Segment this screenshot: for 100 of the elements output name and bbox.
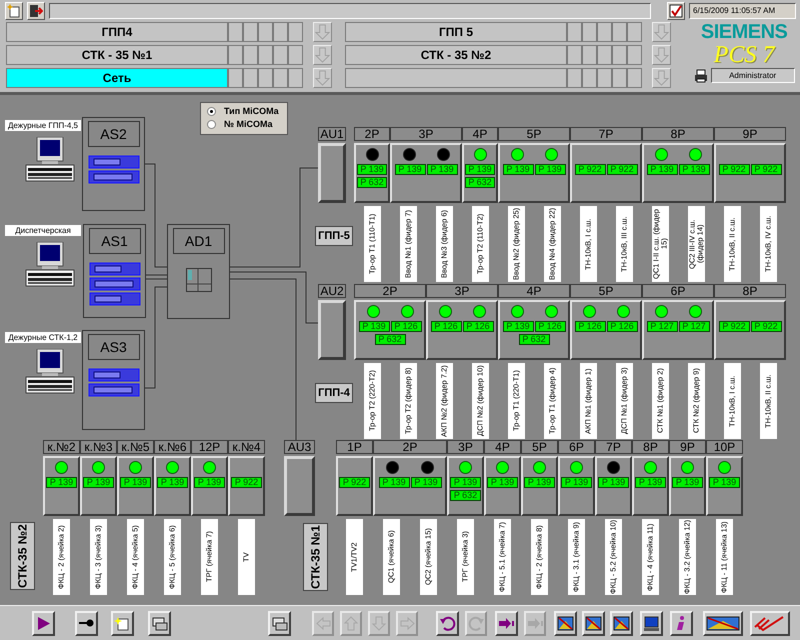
relay-cabinet[interactable]: P 139 P 632 [462, 143, 498, 203]
au-panel[interactable] [284, 456, 315, 516]
relay-cabinet[interactable]: P 139 [191, 456, 228, 516]
relay-cabinet[interactable]: P 139 P 632 [447, 456, 484, 516]
toolbar-button[interactable] [554, 611, 577, 636]
server-rack-icon [88, 262, 140, 307]
au-panel[interactable] [318, 300, 346, 360]
toolbar-button[interactable] [111, 611, 134, 636]
down-arrow-button[interactable] [652, 45, 671, 65]
cabinet-header: 4P [498, 284, 570, 298]
radio-button[interactable] [207, 106, 216, 116]
relay-cabinet[interactable]: P 922 [228, 456, 265, 516]
toolbar-button[interactable] [32, 611, 55, 636]
cabinet-header: 3P [426, 284, 498, 298]
radio-label[interactable]: № MiCOMa [224, 119, 273, 129]
picture-icon [585, 615, 602, 632]
indicator-box [567, 68, 582, 88]
server-node[interactable]: AS3 [82, 330, 145, 430]
toolbar-button[interactable] [75, 611, 98, 636]
relay-cabinet[interactable]: P 922 P 922 [714, 300, 786, 360]
arrow-right-icon [399, 615, 415, 632]
relay-tag: P 922 [718, 321, 750, 332]
relay-cabinet[interactable]: P 139 P 632 [354, 143, 390, 203]
indicator-box [288, 68, 303, 88]
picture-icon [706, 615, 740, 632]
relay-tag: P 139 [358, 321, 390, 332]
relay-tag: P 139 [502, 321, 534, 332]
indicator-box [612, 22, 627, 42]
toolbar-button[interactable] [148, 611, 171, 636]
relay-cabinet[interactable]: P 126 P 126 [570, 300, 642, 360]
server-node[interactable]: AS2 [82, 117, 145, 211]
cabinet-header: 3P [447, 440, 484, 454]
indicator-box [612, 45, 627, 65]
relay-cabinet[interactable]: P 139 [80, 456, 117, 516]
relay-cabinet[interactable]: P 139 P 139 [642, 143, 714, 203]
relay-cabinet[interactable]: P 139 P 126 P 632 [498, 300, 570, 360]
toolbar-button[interactable] [610, 611, 633, 636]
toolbar-button[interactable] [495, 611, 518, 636]
station-button[interactable]: ГПП-5 [315, 226, 353, 246]
relay-cabinet[interactable]: P 139 [706, 456, 743, 516]
toolbar-button[interactable] [670, 611, 693, 636]
down-arrow-button[interactable] [313, 45, 332, 65]
relay-tag: P 139 [465, 164, 495, 175]
relay-cabinet[interactable]: P 139 [521, 456, 558, 516]
toolbar-button[interactable] [436, 611, 459, 636]
relay-cabinet[interactable]: P 139 P 126 P 632 [354, 300, 426, 360]
relay-tag: P 139 [672, 477, 703, 488]
relay-tag: P 139 [635, 477, 666, 488]
au-panel[interactable] [318, 143, 346, 203]
area-button[interactable]: ГПП 5 [345, 22, 567, 42]
brand-logo: SIEMENS [700, 21, 788, 44]
relay-cabinet[interactable]: P 139 [558, 456, 595, 516]
toolbar-button[interactable] [268, 611, 291, 636]
relay-cabinet[interactable]: P 127 P 127 [642, 300, 714, 360]
area-button[interactable]: Сеть [6, 68, 228, 88]
station-button[interactable]: СТК-35 №2 [10, 522, 35, 590]
picture-icon [557, 615, 574, 632]
relay-cabinet[interactable]: P 139 [595, 456, 632, 516]
down-arrow-button[interactable] [652, 68, 671, 88]
date-time: 6/15/2009 11:05:57 AM [689, 3, 796, 19]
station-button[interactable]: СТК-35 №1 [303, 523, 328, 591]
relay-cabinet[interactable]: P 139 [117, 456, 154, 516]
relay-cabinet[interactable]: P 139 [154, 456, 191, 516]
indicator-box [597, 68, 612, 88]
relay-cabinet[interactable]: P 139 P 139 [390, 143, 462, 203]
area-button[interactable]: СТК - 35 №1 [6, 45, 228, 65]
relay-tag: P 139 [502, 164, 534, 175]
toolbar-button[interactable] [582, 611, 605, 636]
toolbar-button[interactable] [703, 611, 743, 636]
relay-cabinet[interactable]: P 139 P 139 [498, 143, 570, 203]
cabinet-header: 9P [669, 440, 706, 454]
server-node[interactable]: AS1 [83, 224, 146, 318]
relay-cabinet[interactable]: P 139 [632, 456, 669, 516]
relay-cabinet[interactable]: P 922 [336, 456, 373, 516]
relay-tag: P 139 [157, 477, 188, 488]
radio-button[interactable] [207, 120, 216, 128]
cabinet-header: к.№4 [228, 440, 265, 454]
relay-cabinet[interactable]: P 139 [669, 456, 706, 516]
relay-cabinet[interactable]: P 126 P 126 [426, 300, 498, 360]
relay-cabinet[interactable]: P 922 P 922 [570, 143, 642, 203]
server-title: AS2 [88, 121, 140, 147]
relay-cabinet[interactable]: P 139 [43, 456, 80, 516]
indicator-box [567, 45, 582, 65]
monitor-icon [643, 615, 660, 632]
cabinet-header: 4P [484, 440, 521, 454]
station-button[interactable]: ГПП-4 [315, 383, 353, 403]
toolbar-button[interactable] [750, 611, 790, 636]
server-title: AS3 [88, 334, 140, 360]
toolbar-button[interactable] [640, 611, 663, 636]
down-arrow-button[interactable] [313, 22, 332, 42]
switch-node[interactable]: AD1 [167, 224, 230, 319]
arrow-left-icon [315, 615, 331, 632]
area-button[interactable]: ГПП4 [6, 22, 228, 42]
area-button[interactable]: СТК - 35 №2 [345, 45, 567, 65]
relay-cabinet[interactable]: P 922 P 922 [714, 143, 786, 203]
relay-cabinet[interactable]: P 139 P 139 [373, 456, 447, 516]
relay-cabinet[interactable]: P 139 [484, 456, 521, 516]
down-arrow-button[interactable] [313, 68, 332, 88]
relay-tag: P 139 [426, 164, 458, 175]
radio-label[interactable]: Тип MiCOMa [224, 106, 279, 116]
